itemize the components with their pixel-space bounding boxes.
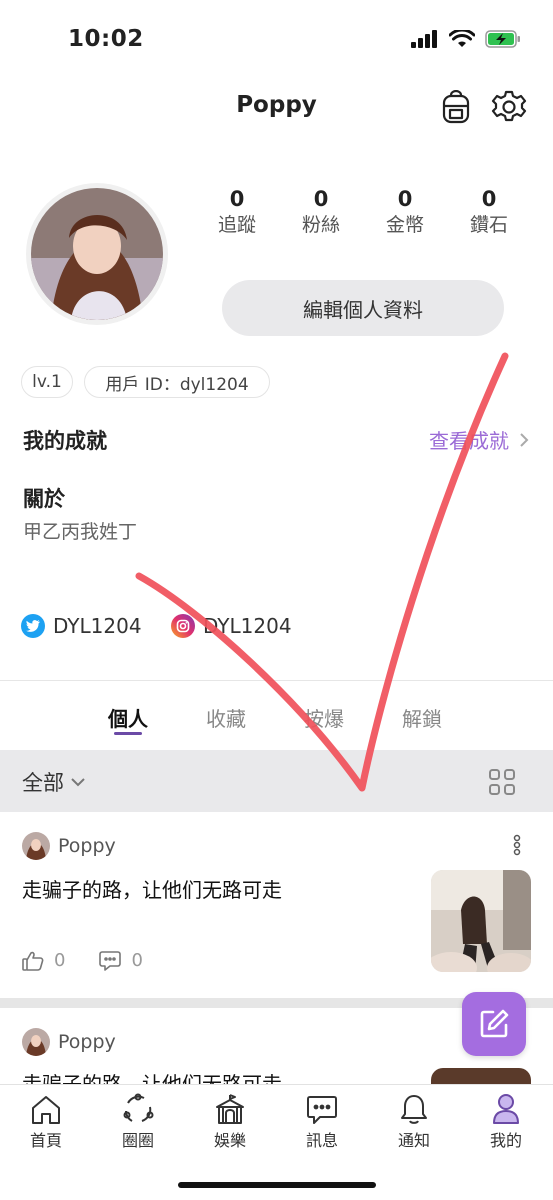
nav-notifications[interactable]: 通知 [379,1091,449,1151]
stat-value: 0 [397,187,413,211]
stat-label: 粉絲 [301,214,340,236]
nav-circles[interactable]: 圈圈 [103,1091,173,1151]
post-text: 走骗子的路，让他们无路可走 [22,878,282,902]
person-icon [493,1094,519,1124]
instagram-link[interactable]: DYL1204 [171,614,292,638]
avatar-photo [31,188,163,320]
edit-icon [480,1009,509,1038]
status-bar: 10:02 [0,0,553,84]
battery-charging-icon [485,30,520,48]
nav-label: 圈圈 [121,1131,154,1150]
filter-bar: 全部 [0,750,553,812]
home-indicator [178,1182,376,1188]
avatar [22,832,50,860]
gear-icon[interactable] [490,88,528,126]
message-icon [307,1096,337,1124]
stat-coins[interactable]: 0 金幣 [370,186,440,238]
nav-profile[interactable]: 我的 [471,1091,541,1151]
filter-dropdown[interactable]: 全部 [22,767,86,797]
status-time: 10:02 [68,26,144,52]
tab-liked[interactable]: 按爆 [304,703,344,732]
profile-avatar[interactable] [26,183,168,325]
stat-diamonds[interactable]: 0 鑽石 [454,186,524,238]
nav-entertainment[interactable]: 娛樂 [195,1091,265,1151]
post-text: 走骗子的路，让他们无路可走 [22,1072,282,1084]
grid-icon[interactable] [489,769,515,799]
user-id-badge: 用戶 ID：dyl1204 [84,366,270,398]
active-tab-indicator [114,732,142,735]
post-author-name: Poppy [58,835,116,857]
achievements-title: 我的成就 [23,429,107,453]
divider [0,680,553,681]
edit-profile-button[interactable]: 編輯個人資料 [222,280,504,336]
chevron-down-icon [71,778,85,787]
stat-value: 0 [313,187,329,211]
comment-icon[interactable] [99,950,122,971]
post-thumbnail[interactable] [431,870,531,972]
view-achievements-label: 查看成就 [429,429,509,453]
post-thumbnail[interactable] [431,1068,531,1084]
nav-messages[interactable]: 訊息 [287,1091,357,1151]
instagram-icon [171,614,195,638]
wifi-icon [449,30,475,47]
twitter-link[interactable]: DYL1204 [21,614,142,638]
tab-favorites[interactable]: 收藏 [206,703,246,732]
avatar [22,1028,50,1056]
status-icons [411,30,521,48]
nav-label: 首頁 [29,1131,62,1150]
post-actions: 0 0 [22,950,143,971]
filter-label: 全部 [22,771,64,795]
stat-value: 0 [481,187,497,211]
like-count: 0 [54,950,66,971]
chevron-right-icon [520,432,529,447]
stat-label: 鑽石 [469,214,508,236]
view-achievements-link[interactable]: 查看成就 [429,425,529,454]
nav-label: 娛樂 [213,1131,246,1150]
stat-label: 追蹤 [217,214,256,236]
twitter-handle: DYL1204 [53,614,142,638]
stat-value: 0 [229,187,245,211]
about-text: 甲乙丙我姓丁 [23,521,138,543]
post-card[interactable]: Poppy 走骗子的路，让他们无路可走 0 0 [0,812,553,998]
cellular-signal-icon [411,30,437,48]
thumbs-up-icon[interactable] [22,951,44,971]
stat-following[interactable]: 0 追蹤 [202,186,272,238]
level-badge: lv.1 [21,366,73,398]
nav-home[interactable]: 首頁 [11,1091,81,1151]
comment-count: 0 [131,950,143,971]
circle-icon [123,1093,154,1122]
about-title: 關於 [23,487,65,511]
compose-button[interactable] [462,992,526,1056]
instagram-handle: DYL1204 [203,614,292,638]
more-options-icon[interactable] [513,834,521,856]
tent-icon [216,1094,244,1124]
nav-label: 通知 [397,1131,430,1150]
post-author[interactable]: Poppy [22,1028,116,1056]
nav-label: 訊息 [305,1131,338,1150]
post-author[interactable]: Poppy [22,832,116,860]
stat-label: 金幣 [385,214,424,236]
backpack-icon[interactable] [437,88,475,126]
post-author-name: Poppy [58,1031,116,1053]
stat-followers[interactable]: 0 粉絲 [286,186,356,238]
nav-label: 我的 [489,1131,522,1150]
tab-unlocked[interactable]: 解鎖 [402,703,442,732]
twitter-icon [21,614,45,638]
home-icon [32,1096,60,1124]
tab-personal[interactable]: 個人 [108,703,148,732]
bell-icon [401,1095,427,1124]
